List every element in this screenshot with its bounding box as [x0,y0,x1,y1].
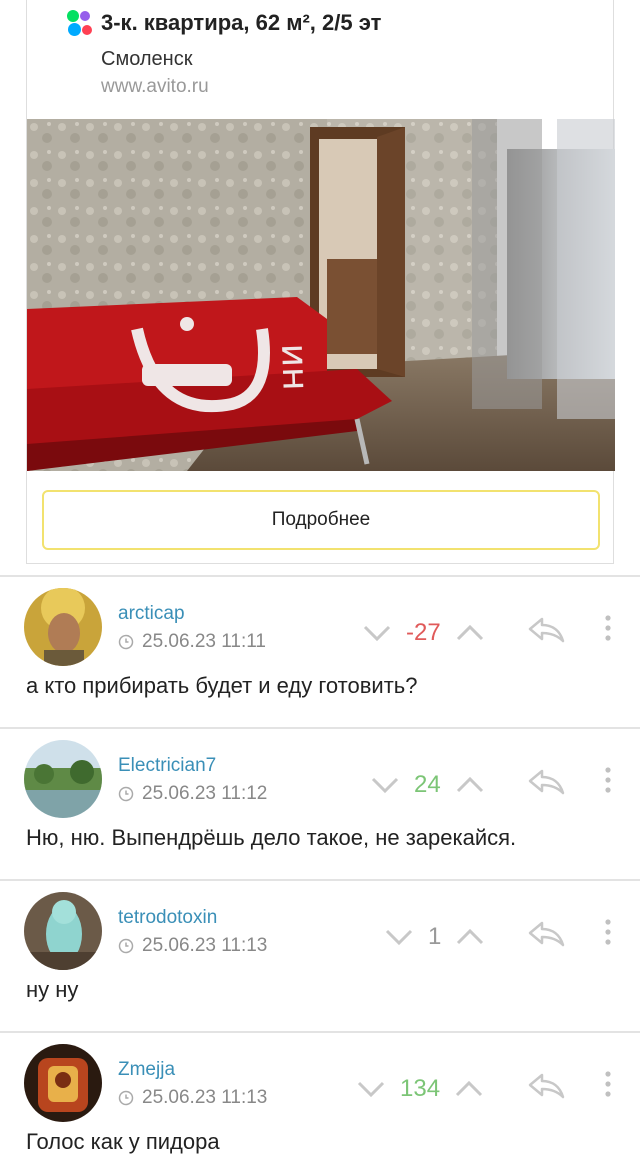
preview-title[interactable]: 3-к. квартира, 62 м², 2/5 эт [101,10,381,36]
comment-author[interactable]: arcticap [118,603,185,625]
vertical-dots-icon[interactable] [600,1069,616,1099]
comment-timestamp[interactable]: 25.06.23 11:13 [142,1087,267,1109]
chevron-down-icon[interactable] [362,623,392,643]
avatar-image [24,588,102,666]
avatar[interactable] [24,588,102,666]
avatar[interactable] [24,740,102,818]
chevron-up-icon[interactable] [455,927,485,947]
comment-timestamp[interactable]: 25.06.23 11:11 [142,631,266,653]
comment-timestamp[interactable]: 25.06.23 11:12 [142,783,267,805]
avatar-image [24,740,102,818]
preview-url[interactable]: www.avito.ru [101,76,209,98]
clock-icon [118,634,134,650]
apartment-photo[interactable]: ин [27,119,615,471]
avatar-image [24,1044,102,1122]
vertical-dots-icon[interactable] [600,765,616,795]
comment-meta: 25.06.23 11:11 [118,631,266,653]
comment-author[interactable]: tetrodotoxin [118,907,217,929]
reply-arrow-icon[interactable] [526,615,566,643]
reply-arrow-icon[interactable] [526,919,566,947]
comment-item: arcticap 25.06.23 11:11 -27 а кто прибир… [0,575,640,727]
preview-city: Смоленск [101,48,193,70]
comment-text: Голос как у пидора [26,1129,220,1154]
chevron-down-icon[interactable] [356,1079,386,1099]
preview-title-row: 3-к. квартира, 62 м², 2/5 эт [67,10,381,36]
comment-rating: 24 [414,771,441,798]
chevron-down-icon[interactable] [370,775,400,795]
comment-meta: 25.06.23 11:13 [118,1087,267,1109]
comment-item: Zmejja 25.06.23 11:13 134 Голос как у пи… [0,1031,640,1166]
chevron-up-icon[interactable] [455,775,485,795]
clock-icon [118,1090,134,1106]
comment-rating: -27 [406,619,441,646]
comment-rating: 1 [428,923,442,950]
details-button[interactable]: Подробнее [42,490,600,550]
comment-text: а кто прибирать будет и еду готовить? [26,673,418,698]
apartment-photo-image: ин [27,119,615,471]
chevron-up-icon[interactable] [454,1079,484,1099]
avito-logo-icon [67,10,93,36]
svg-text:ин: ин [273,343,316,391]
clock-icon [118,786,134,802]
vote-controls: 1 [384,923,485,951]
avatar[interactable] [24,892,102,970]
link-preview-card[interactable]: 3-к. квартира, 62 м², 2/5 эт Смоленск ww… [26,0,615,564]
vote-controls: 134 [356,1075,484,1103]
comment-text: Ню, ню. Выпендрёшь дело такое, не зарека… [26,825,517,850]
comment-rating: 134 [400,1075,441,1102]
avatar-image [24,892,102,970]
comment-author[interactable]: Zmejja [118,1059,175,1081]
comment-timestamp[interactable]: 25.06.23 11:13 [142,935,267,957]
vote-controls: 24 [370,771,485,799]
comment-text: ну ну [26,977,79,1002]
comment-meta: 25.06.23 11:13 [118,935,267,957]
comment-item: tetrodotoxin 25.06.23 11:13 1 ну ну [0,879,640,1031]
comment-meta: 25.06.23 11:12 [118,783,267,805]
chevron-up-icon[interactable] [455,623,485,643]
chevron-down-icon[interactable] [384,927,414,947]
vertical-dots-icon[interactable] [600,917,616,947]
clock-icon [118,938,134,954]
reply-arrow-icon[interactable] [526,1071,566,1099]
comment-author[interactable]: Electrician7 [118,755,216,777]
comment-item: Electrician7 25.06.23 11:12 24 Ню, ню. В… [0,727,640,879]
avatar[interactable] [24,1044,102,1122]
reply-arrow-icon[interactable] [526,767,566,795]
vertical-dots-icon[interactable] [600,613,616,643]
vote-controls: -27 [362,619,485,647]
